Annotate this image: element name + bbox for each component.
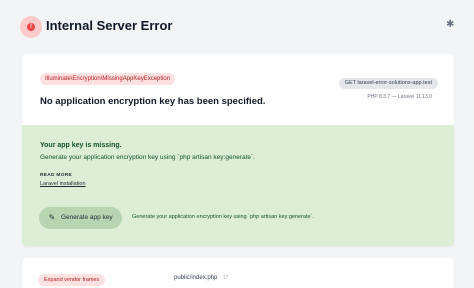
laravel-installation-link[interactable]: Laravel installation [40, 181, 86, 187]
gear-icon[interactable]: ✱ [446, 20, 456, 30]
generate-button-hint: Generate your application encryption key… [132, 214, 314, 220]
solution-title: Your app key is missing. [40, 142, 122, 149]
error-icon-badge: ! [20, 16, 42, 38]
read-more-heading: READ MORE [40, 173, 73, 178]
frame-file-path[interactable]: public/index.php [174, 275, 217, 281]
generate-app-key-button[interactable]: ✎ Generate app key [39, 207, 122, 229]
frame-line-number: : 17 [220, 275, 229, 281]
expand-vendor-frames-button[interactable]: Expand vendor frames [38, 274, 106, 286]
exception-message: No application encryption key has been s… [40, 96, 266, 107]
solution-description: Generate your application encryption key… [40, 154, 255, 161]
stack-trace-card: Expand vendor frames public/index.php : … [22, 258, 454, 288]
page-title: Internal Server Error [46, 18, 173, 33]
page-header: ! Internal Server Error ✱ [0, 0, 474, 54]
error-card: Illuminate\Encryption\MissingAppKeyExcep… [22, 54, 454, 246]
exception-class-badge: Illuminate\Encryption\MissingAppKeyExcep… [40, 73, 176, 85]
exclamation-icon: ! [27, 23, 35, 31]
generate-app-key-label: Generate app key [61, 214, 113, 221]
request-badge[interactable]: GET laravel-error-solutions-app.test [338, 78, 438, 89]
solution-panel: Your app key is missing. Generate your a… [22, 125, 454, 246]
version-info: PHP 8.3.7 — Laravel 11.13.0 [367, 94, 432, 100]
wand-icon: ✎ [48, 213, 56, 222]
